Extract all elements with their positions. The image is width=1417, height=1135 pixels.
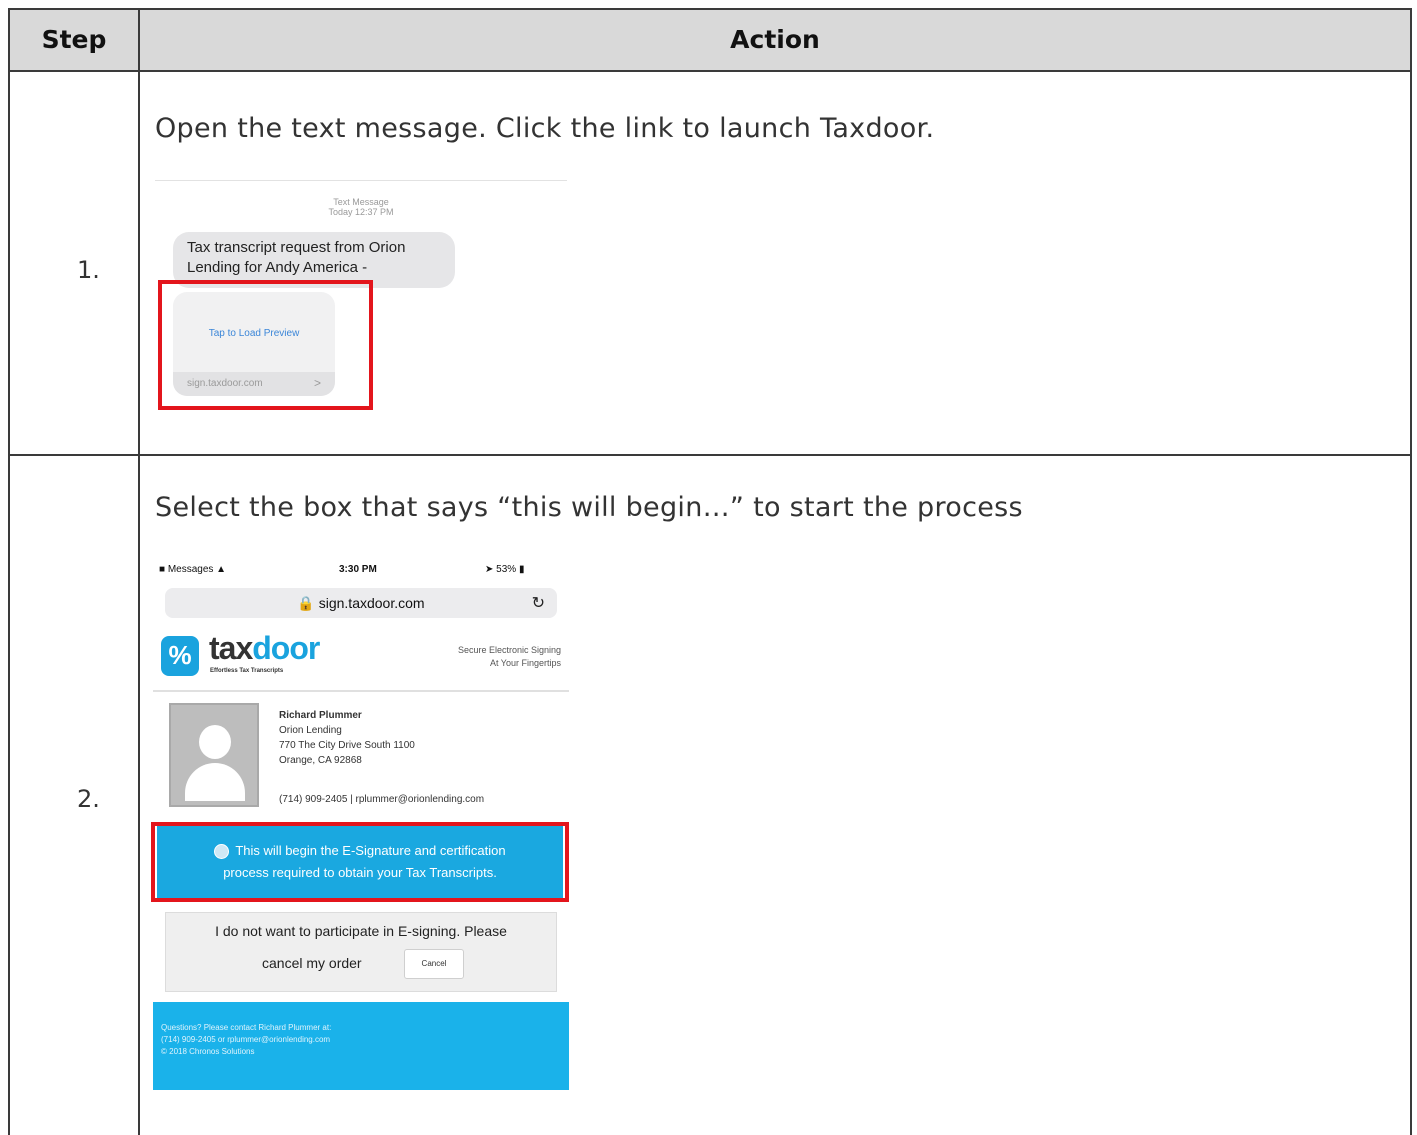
cancel-button[interactable]: Cancel [404,949,464,979]
header-action: Action [730,25,820,54]
divider [153,690,569,692]
bubble-line: Lending for Andy America - [187,259,368,276]
step-instruction: Select the box that says “this will begi… [155,492,1023,523]
message-meta-title: Text Message [333,197,389,207]
secure-signing-text: Secure Electronic Signing At Your Finger… [457,645,561,668]
optout-panel: I do not want to participate in E-signin… [165,912,557,992]
row-divider [8,454,1412,456]
taxdoor-logo: taxdoor [209,630,320,666]
logo-tagline: Effortless Tax Transcripts [210,668,284,674]
contact-phone-email: (714) 909-2405 | rplummer@orionlending.c… [279,794,485,805]
contact-info: Richard Plummer Orion Lending 770 The Ci… [279,708,415,768]
header-step: Step [41,25,107,54]
optout-text: cancel my order [262,955,362,971]
table-border-left [8,8,10,1135]
taxdoor-logo-icon: % [161,636,199,676]
contact-address: Orange, CA 92868 [279,755,362,766]
footer: Questions? Please contact Richard Plumme… [153,1002,569,1090]
contact-address: 770 The City Drive South 1100 [279,740,415,751]
divider [155,180,567,181]
bubble-line: Tax transcript request from Orion [187,239,406,256]
lock-icon: 🔒 [297,595,315,611]
avatar [169,703,259,807]
highlight-box [158,280,373,410]
table-column-divider [138,8,140,1135]
person-icon [199,725,231,759]
url-text: 🔒 sign.taxdoor.com [297,595,425,611]
optout-text: I do not want to participate in E-signin… [215,923,507,939]
url-bar[interactable]: 🔒 sign.taxdoor.com ↻ [165,588,557,618]
step-number: 2. [77,785,100,813]
table-border-right [1410,8,1412,1135]
contact-name: Richard Plummer [279,710,362,721]
status-bar: ■ Messages ▲ 3:30 PM ➤ 53% ▮ [153,558,569,582]
reload-icon[interactable]: ↻ [532,593,545,613]
status-time: 3:30 PM [339,564,377,575]
step-instruction: Open the text message. Click the link to… [155,113,935,144]
status-battery: ➤ 53% ▮ [485,564,525,575]
step-number: 1. [77,256,100,284]
contact-company: Orion Lending [279,725,342,736]
highlight-box [151,822,569,902]
status-app: ■ Messages ▲ [159,564,227,575]
person-icon-body [185,763,245,801]
message-meta-time: Today 12:37 PM [328,207,394,217]
